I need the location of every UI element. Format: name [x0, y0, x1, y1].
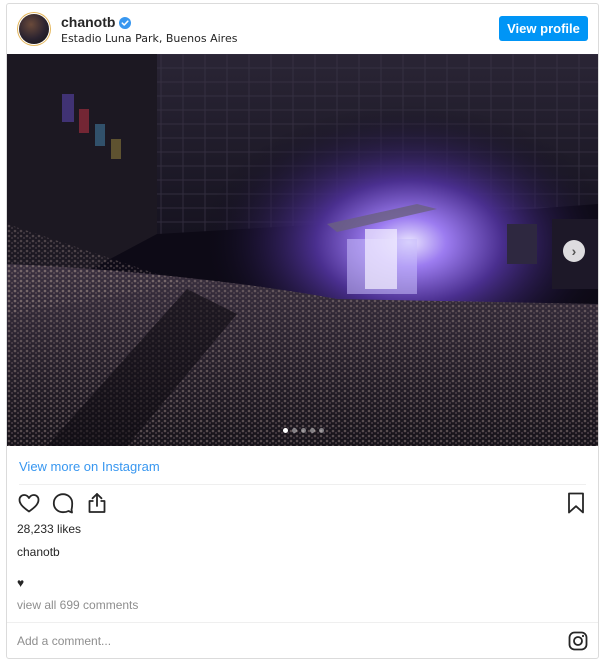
username-link[interactable]: chanotb [61, 14, 115, 30]
comment-bubble-icon[interactable] [51, 491, 75, 515]
caption-username[interactable]: chanotb [17, 545, 60, 559]
chevron-right-icon: › [571, 243, 577, 259]
view-profile-button[interactable]: View profile [499, 16, 588, 41]
comment-input[interactable] [17, 628, 537, 654]
carousel-dot [310, 428, 315, 433]
next-slide-button[interactable]: › [563, 240, 585, 262]
likes-count[interactable]: 28,233 likes [17, 522, 81, 536]
bookmark-icon[interactable] [564, 491, 588, 515]
comment-divider [7, 622, 598, 623]
carousel-indicator [283, 428, 324, 433]
view-comments-link[interactable]: view all 699 comments [17, 598, 138, 612]
carousel-dot [319, 428, 324, 433]
post-header: chanotb Estadio Luna Park, Buenos Aires … [7, 4, 598, 54]
heart-outline-icon[interactable] [17, 491, 41, 515]
share-icon[interactable] [85, 491, 109, 515]
divider [19, 484, 586, 485]
avatar[interactable] [19, 14, 49, 44]
post-photo[interactable]: › [7, 54, 598, 446]
verified-badge-icon [119, 16, 132, 29]
action-bar [17, 491, 109, 515]
instagram-embed-card: chanotb Estadio Luna Park, Buenos Aires … [6, 3, 599, 659]
concert-photo-image [7, 54, 598, 446]
location-link[interactable]: Estadio Luna Park, Buenos Aires [61, 32, 237, 45]
carousel-dot [292, 428, 297, 433]
view-more-link[interactable]: View more on Instagram [19, 459, 160, 474]
instagram-logo-icon[interactable] [568, 631, 588, 651]
carousel-dot [301, 428, 306, 433]
carousel-dot [283, 428, 288, 433]
caption-text: ♥ [17, 576, 25, 590]
username-row: chanotb [61, 14, 132, 30]
